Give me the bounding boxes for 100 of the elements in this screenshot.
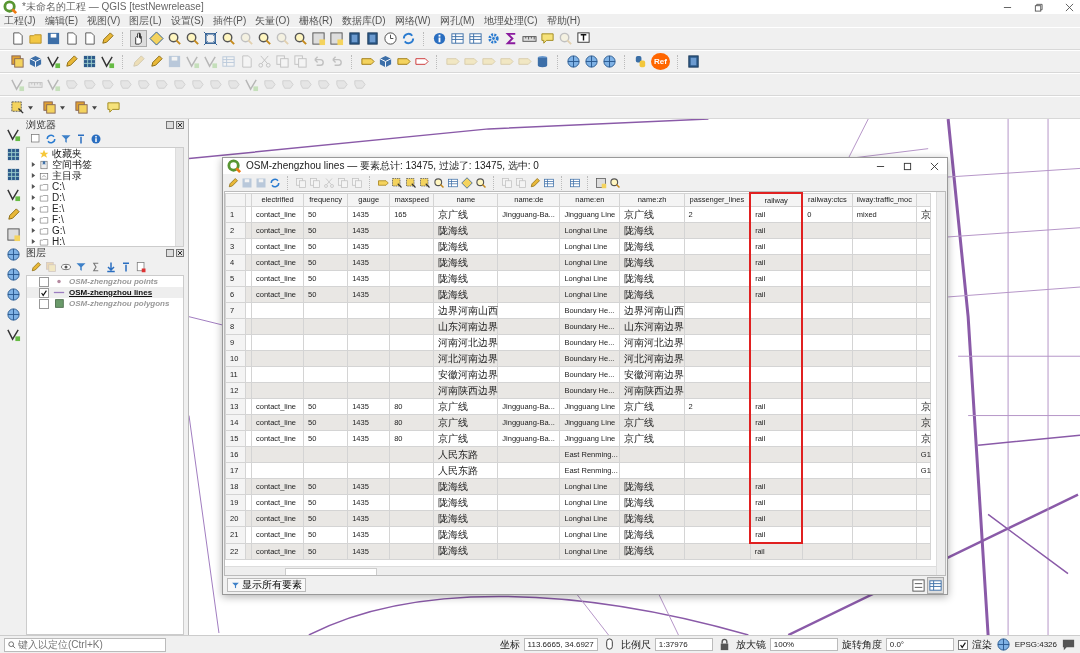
book-icon[interactable] [347, 31, 362, 46]
scrollbar[interactable] [936, 192, 945, 575]
magnifier-icon[interactable] [167, 31, 182, 46]
globe-icon[interactable] [5, 307, 21, 322]
filter-button[interactable]: 显示所有要素 [227, 578, 306, 592]
layer-checkbox[interactable] [39, 287, 49, 298]
add-icon[interactable] [30, 133, 42, 145]
refresh-icon[interactable] [401, 31, 416, 46]
rotation-field[interactable]: 0.0° [885, 638, 954, 651]
extent-icon[interactable] [203, 31, 218, 46]
vertex-icon[interactable] [5, 327, 21, 342]
pencil-icon[interactable] [529, 176, 541, 189]
menu-item[interactable]: 网络(W) [394, 13, 431, 28]
table-view-icon[interactable] [928, 577, 943, 593]
menu-item[interactable]: 工程(J) [4, 13, 36, 28]
select-icon[interactable] [419, 176, 431, 189]
menu-item[interactable]: 地理处理(C) [483, 13, 538, 28]
file-icon[interactable] [82, 31, 97, 46]
locator-field[interactable]: 键入以定位(Ctrl+K) [4, 637, 166, 652]
vertex-icon[interactable] [5, 127, 21, 142]
expand-arrow-icon[interactable] [31, 173, 36, 178]
magnifier-field[interactable]: 100% [769, 638, 838, 651]
gear-icon[interactable] [486, 31, 501, 46]
tree-item[interactable]: 收藏夹 [52, 148, 82, 159]
globe-icon[interactable] [995, 637, 1011, 652]
menu-item[interactable]: 插件(P) [212, 13, 247, 28]
tree-item[interactable]: G:\ [52, 225, 66, 236]
layers-icon[interactable] [74, 100, 89, 115]
expand-arrow-icon[interactable] [31, 184, 36, 189]
pencil-icon[interactable] [100, 31, 115, 46]
file-icon[interactable] [10, 31, 25, 46]
text-box-icon[interactable] [576, 31, 591, 46]
tree-item[interactable]: 主目录 [52, 170, 82, 181]
refresh-icon[interactable] [45, 133, 57, 145]
layer-checkbox[interactable] [39, 298, 49, 309]
cube-icon[interactable] [378, 54, 393, 69]
hand-icon[interactable] [131, 31, 146, 46]
close-icon[interactable] [930, 161, 939, 171]
book-icon[interactable] [686, 54, 701, 69]
expand-arrow-icon[interactable] [31, 228, 36, 233]
cube-icon[interactable] [28, 54, 43, 69]
menu-item[interactable]: 帮助(H) [546, 13, 581, 28]
grid-icon[interactable] [5, 167, 21, 182]
map-view-icon[interactable] [5, 227, 21, 242]
expand-arrow-icon[interactable] [31, 206, 36, 211]
clock-icon[interactable] [383, 31, 398, 46]
form-view-icon[interactable] [911, 577, 926, 593]
menu-item[interactable]: 视图(V) [87, 13, 121, 28]
remove-layer-icon[interactable] [135, 261, 147, 273]
menu-item[interactable]: 编辑(E) [44, 13, 78, 28]
vertex-icon[interactable] [46, 54, 61, 69]
scale-field[interactable]: 1:37976 [654, 638, 713, 651]
menu-item[interactable]: 矢量(O) [255, 13, 290, 28]
book-icon[interactable] [365, 31, 380, 46]
pencil-icon[interactable] [5, 207, 21, 222]
globe-icon[interactable] [5, 247, 21, 262]
menu-item[interactable]: 图层(L) [129, 13, 162, 28]
tree-item[interactable]: H:\ [52, 236, 65, 246]
close-icon[interactable] [176, 249, 184, 257]
menu-item[interactable]: 数据库(D) [341, 13, 386, 28]
globe-icon[interactable] [5, 267, 21, 282]
magnifier-icon[interactable] [433, 176, 445, 189]
select-icon[interactable] [405, 176, 417, 189]
expand-arrow-icon[interactable] [31, 217, 36, 222]
file-icon[interactable] [64, 31, 79, 46]
messages-icon[interactable] [1061, 637, 1076, 652]
pencil-icon[interactable] [227, 176, 239, 189]
pan-icon[interactable] [461, 176, 473, 189]
magnifier-icon[interactable] [257, 31, 272, 46]
info-icon[interactable] [90, 133, 102, 145]
table-icon[interactable] [569, 176, 581, 189]
menu-item[interactable]: 网孔(M) [439, 13, 475, 28]
layers-icon[interactable] [42, 100, 57, 115]
menu-item[interactable]: 栅格(R) [298, 13, 333, 28]
tree-item[interactable]: C:\ [52, 181, 65, 192]
close-icon[interactable] [176, 121, 184, 129]
globe-icon[interactable] [584, 54, 599, 69]
restore-icon[interactable] [1034, 2, 1043, 12]
maximize-icon[interactable] [903, 161, 912, 171]
coordinate-field[interactable]: 113.6665, 34.6927 [523, 638, 598, 651]
grid-icon[interactable] [82, 54, 97, 69]
table-icon[interactable] [468, 31, 483, 46]
collapse-icon[interactable] [75, 133, 87, 145]
expand-arrow-icon[interactable] [31, 239, 36, 244]
table-icon[interactable] [450, 31, 465, 46]
table-icon[interactable] [543, 176, 555, 189]
pencil-icon[interactable] [149, 54, 164, 69]
info-icon[interactable] [432, 31, 447, 46]
grid-icon[interactable] [5, 147, 21, 162]
vertex-icon[interactable] [5, 187, 21, 202]
crs-button[interactable]: EPSG:4326 [1014, 640, 1057, 649]
expand-arrow-icon[interactable] [31, 195, 36, 200]
tooltip-icon[interactable] [106, 100, 121, 115]
scrollbar[interactable] [175, 148, 183, 246]
collapse-icon[interactable] [120, 261, 132, 273]
expand-arrow-icon[interactable] [31, 162, 36, 167]
expand-all-icon[interactable] [105, 261, 117, 273]
tooltip-icon[interactable] [540, 31, 555, 46]
layer-checkbox[interactable] [39, 276, 49, 287]
dock-icon[interactable] [595, 176, 607, 189]
